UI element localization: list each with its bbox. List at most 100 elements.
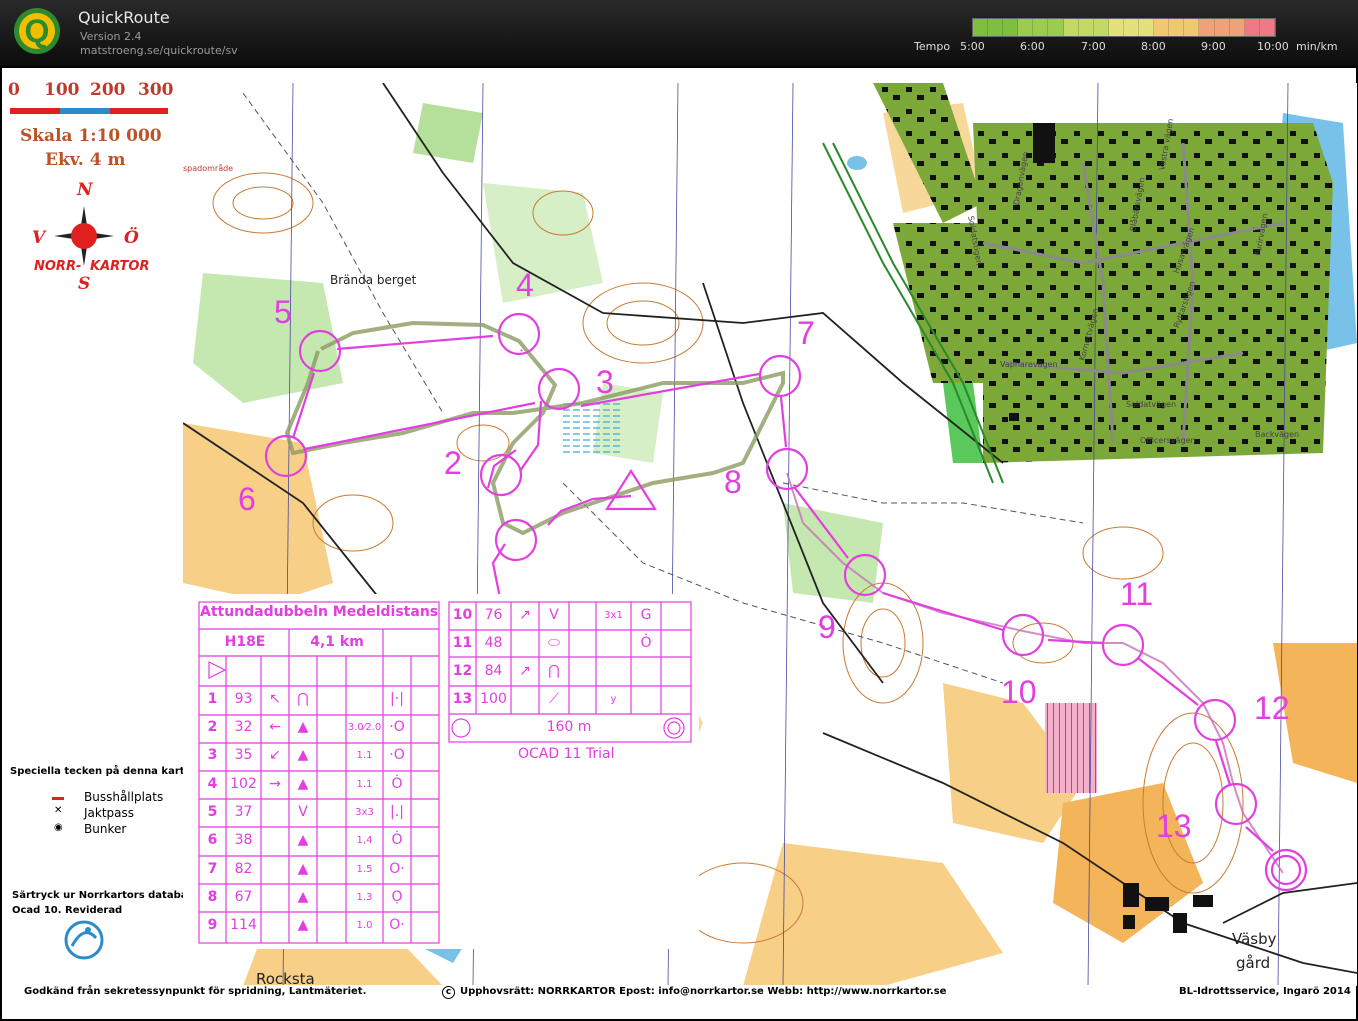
- tempo-color-segment: [973, 19, 989, 36]
- description-cell-code: 102: [230, 776, 257, 792]
- street-label: Officersvägen: [1140, 436, 1196, 445]
- description-cell-feature: ▲: [297, 917, 309, 933]
- compass-south: S: [78, 274, 91, 294]
- description-cell-other: O·: [389, 861, 405, 877]
- description-cell-feature: ▲: [297, 776, 309, 792]
- description-cell-code: 82: [234, 861, 253, 877]
- control-number: 6: [238, 481, 256, 517]
- control-number: 4: [516, 267, 534, 303]
- tempo-tick: 9:00: [1201, 40, 1226, 53]
- tempo-label: Tempo: [914, 40, 951, 53]
- description-cell-num: 3: [207, 747, 218, 763]
- description-cell-extra: 1,4: [356, 835, 373, 846]
- tempo-color-segment: [1093, 19, 1109, 36]
- description-cell-extra: 1.1: [356, 779, 373, 790]
- course-length: 4,1 km: [310, 634, 364, 650]
- description-cell-num: 6: [207, 832, 218, 848]
- description-cell-other: Ọ: [391, 889, 403, 905]
- tempo-tick: 5:00: [960, 40, 985, 53]
- special-symbol-label: Busshållplats: [84, 790, 164, 804]
- tempo-color-segment: [1199, 19, 1215, 36]
- description-cell-extra: 1.0: [356, 920, 373, 931]
- description-cell-extra: 3x1: [604, 610, 623, 621]
- street-label: Vapnarevägen: [1000, 360, 1058, 369]
- tempo-color-segment: [1229, 19, 1245, 36]
- description-cell-code: 32: [234, 719, 253, 735]
- tempo-tick: 10:00: [1257, 40, 1289, 53]
- description-cell-other: ·O: [389, 747, 405, 763]
- description-cell-other: |·|: [390, 691, 404, 707]
- scale-tick: 100: [44, 80, 80, 100]
- description-cell-num: 2: [207, 719, 218, 735]
- control-number: 7: [797, 315, 815, 351]
- orienteering-federation-logo: [64, 920, 104, 960]
- description-cell-other: |.|: [390, 804, 404, 820]
- finish-distance: 160 m: [546, 719, 592, 735]
- hunting-stand-icon: ✕: [54, 805, 63, 816]
- description-cell-code: 93: [234, 691, 253, 707]
- description-cell-feature: ▲: [297, 889, 309, 905]
- tempo-color-segment: [1003, 19, 1019, 36]
- description-cell-extra: y: [610, 694, 617, 705]
- description-cell-feature: ⋂: [548, 663, 560, 679]
- description-cell-dir: ↗: [519, 663, 531, 679]
- tempo-color-segment: [1139, 19, 1155, 36]
- equidistance-text: Ekv. 4 m: [45, 150, 126, 170]
- description-cell-extra: 3.0⁄2.0: [347, 722, 382, 733]
- description-cell-other: ·O: [389, 719, 405, 735]
- tempo-color-bar: [972, 18, 1276, 37]
- tempo-color-segment: [1078, 19, 1094, 36]
- description-cell-num: 10: [452, 607, 473, 623]
- description-cell-extra: 1.1: [356, 750, 373, 761]
- tempo-color-segment: [1214, 19, 1230, 36]
- description-cell-num: 7: [207, 861, 218, 877]
- brand-norr: NORR-: [34, 259, 82, 274]
- map-label-farm: gård: [1236, 954, 1271, 972]
- bunker-icon: ◉: [54, 822, 63, 833]
- description-cell-feature: V: [298, 804, 308, 820]
- description-cell-other: O·: [389, 917, 405, 933]
- tempo-unit: min/km: [1296, 40, 1338, 53]
- description-cell-code: 67: [234, 889, 253, 905]
- description-cell-num: 1: [207, 691, 218, 707]
- description-cell-code: 76: [484, 607, 503, 623]
- reprint-line: Särtryck ur Norrkartors databas,: [12, 890, 198, 901]
- footer-left: Godkänd från sekretessynpunkt för spridn…: [24, 986, 367, 997]
- description-cell-other: G: [640, 607, 652, 623]
- description-cell-num: 12: [452, 663, 473, 679]
- description-cell-num: 9: [207, 917, 218, 933]
- tempo-color-segment: [1033, 19, 1049, 36]
- control-number: 10: [1001, 674, 1037, 710]
- description-cell-dir: ↙: [269, 747, 281, 763]
- bus-stop-icon: [52, 797, 64, 800]
- description-cell-feature: ⋂: [297, 691, 309, 707]
- special-symbols-title: Speciella tecken på denna karta:: [10, 766, 196, 777]
- tempo-color-segment: [988, 19, 1004, 36]
- scale-text: Skala 1:10 000: [20, 126, 162, 146]
- street-label: Soldatvägen: [1126, 400, 1177, 409]
- tempo-color-segment: [1123, 19, 1140, 36]
- description-cell-dir: ↗: [519, 607, 531, 623]
- description-cell-dir: ←: [269, 719, 281, 735]
- street-label: Backvägen: [1255, 430, 1300, 439]
- course-title: Attundadubbeln Medeldistans: [200, 604, 439, 620]
- tempo-color-segment: [1169, 19, 1185, 36]
- description-cell-code: 38: [234, 832, 253, 848]
- tempo-tick: 8:00: [1141, 40, 1166, 53]
- description-cell-code: 48: [484, 635, 503, 651]
- control-number: 12: [1254, 690, 1290, 726]
- description-cell-num: 11: [452, 635, 473, 651]
- compass-east: Ö: [124, 228, 139, 248]
- scale-bar-segment: [10, 108, 60, 114]
- description-cell-dir: ↖: [269, 691, 281, 707]
- description-cell-num: 8: [207, 889, 218, 905]
- copyright-icon: c: [442, 986, 455, 999]
- description-cell-code: 84: [484, 663, 503, 679]
- tempo-color-segment: [1108, 19, 1124, 36]
- description-cell-num: 4: [207, 776, 218, 792]
- footer-right: BL-Idrottsservice, Ingarö 2014: [1179, 986, 1351, 997]
- tempo-color-segment: [1018, 19, 1034, 36]
- scale-tick: 300: [138, 80, 174, 100]
- brand-kartor: KARTOR: [90, 259, 150, 274]
- special-symbol-label: Bunker: [84, 822, 127, 836]
